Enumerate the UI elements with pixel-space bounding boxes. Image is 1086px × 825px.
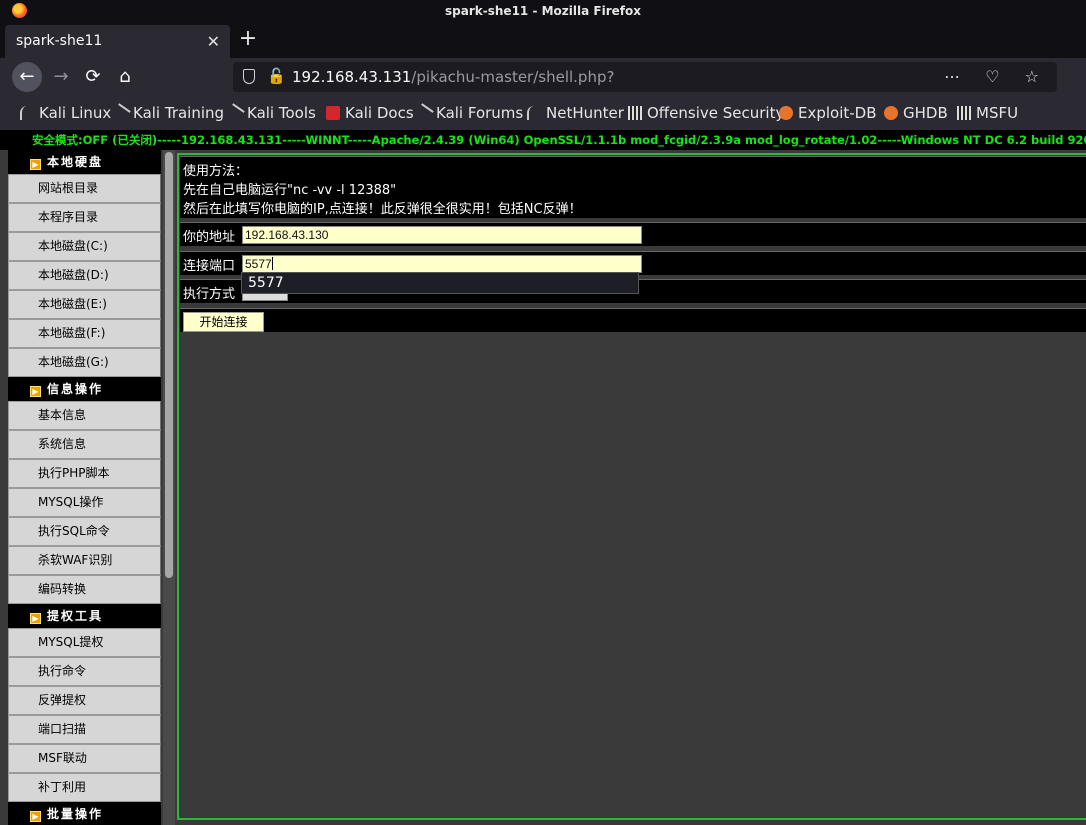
sidebar-item-program-dir[interactable]: 本程序目录 [8,203,161,232]
usage-instructions: 使用方法： 先在自己电脑运行"nc -vv -l 12388" 然后在此填写你电… [180,156,1086,218]
sidebar-group-info: ▶ 信息操作 [8,377,161,401]
nethunter-icon [527,106,541,120]
sidebar-item-port-scan[interactable]: 端口扫描 [8,715,161,744]
port-input[interactable]: 5577 [242,255,642,273]
tracking-shield-icon[interactable] [243,69,255,84]
sidebar-item-web-root[interactable]: 网站根目录 [8,174,161,203]
text-caret [271,257,273,270]
sidebar-item-system-info[interactable]: 系统信息 [8,430,161,459]
usage-line-2: 然后在此填写你电脑的IP,点连接！此反弹很全很实用！包括NC反弹！ [183,202,582,217]
port-value: 5577 [245,257,272,271]
start-connect-button[interactable]: 开始连接 [183,312,264,332]
address-input[interactable]: 192.168.43.130 [242,226,642,244]
home-button[interactable]: ⌂ [110,62,140,92]
kali-dragon-icon [111,103,131,123]
page-content: ▶ 本地硬盘 网站根目录 本程序目录 本地磁盘(C:) 本地磁盘(D:) 本地磁盘… [0,150,1086,825]
window-title: spark-she11 - Mozilla Firefox [445,4,641,18]
address-label: 你的地址 [183,230,236,245]
window-titlebar: spark-she11 - Mozilla Firefox [0,0,1086,22]
new-tab-button[interactable]: + [238,26,258,52]
url-host: 192.168.43.131 [292,68,412,86]
tab-active[interactable]: spark-she11 ✕ [5,25,230,58]
url-text[interactable]: 192.168.43.131/pikachu-master/shell.php? [292,62,614,92]
bookmark-exploit-db[interactable]: Exploit-DB [779,96,877,130]
tab-strip: spark-she11 ✕ [0,22,1086,58]
play-bullet-icon: ▶ [30,386,41,397]
sidebar-group-local-disk: ▶ 本地硬盘 [8,150,161,174]
sidebar-menu: ▶ 本地硬盘 网站根目录 本程序目录 本地磁盘(C:) 本地磁盘(D:) 本地磁盘… [8,150,161,825]
sidebar-item-mysql-privesc[interactable]: MYSQL提权 [8,628,161,657]
exploitdb-icon [884,106,898,120]
sidebar-item-exec-command[interactable]: 执行命令 [8,657,161,686]
sidebar-item-php-script[interactable]: 执行PHP脚本 [8,459,161,488]
bookmark-kali-forums[interactable]: Kali Forums [414,96,523,130]
kali-dragon-icon [414,103,434,123]
bookmark-ghdb[interactable]: GHDB [884,96,948,130]
sidebar-item-disk-e[interactable]: 本地磁盘(E:) [8,290,161,319]
reverse-shell-panel: 使用方法： 先在自己电脑运行"nc -vv -l 12388" 然后在此填写你电… [177,153,1086,820]
kali-dragon-icon [20,106,34,120]
sidebar-group-privesc: ▶ 提权工具 [8,604,161,628]
url-bar[interactable]: 🔓 192.168.43.131/pikachu-master/shell.ph… [233,62,1057,92]
url-path: /pikachu-master/shell.php? [411,68,615,86]
sidebar-scrollbar[interactable] [163,150,175,825]
sidebar-item-msf[interactable]: MSF联动 [8,744,161,773]
back-button[interactable]: ← [12,62,42,92]
reload-button[interactable]: ⟳ [78,62,108,92]
offsec-icon [957,106,971,120]
port-label: 连接端口 [183,259,236,274]
exploitdb-icon [779,106,793,120]
forward-button[interactable]: → [46,62,76,92]
bookmark-nethunter[interactable]: NetHunter [527,96,624,130]
kali-docs-icon [326,106,340,120]
bookmark-msfu[interactable]: MSFU [957,96,1018,130]
connect-row: 开始连接 [180,308,1086,332]
bookmarks-toolbar: Kali Linux Kali Training Kali Tools Kali… [0,96,1086,130]
sidebar-item-basic-info[interactable]: 基本信息 [8,401,161,430]
sidebar-item-disk-g[interactable]: 本地磁盘(G:) [8,348,161,377]
usage-title: 使用方法： [183,164,249,179]
nav-bar: ← → ⟳ ⌂ 🔓 192.168.43.131/pikachu-master/… [0,58,1086,96]
firefox-logo-icon [12,3,27,18]
browser-window: spark-she11 - Mozilla Firefox spark-she1… [0,0,1086,825]
bookmark-offensive-security[interactable]: Offensive Security [628,96,784,130]
tab-title: spark-she11 [16,33,103,49]
sidebar-item-disk-c[interactable]: 本地磁盘(C:) [8,232,161,261]
page-actions-icons[interactable]: ⋯ ♡ ☆ [944,62,1049,92]
sidebar-item-waf-detect[interactable]: 杀软WAF识别 [8,546,161,575]
address-row: 你的地址 192.168.43.130 [180,222,1086,246]
sidebar-item-sql-command[interactable]: 执行SQL命令 [8,517,161,546]
server-info-bar: 安全模式:OFF (已关闭)-----192.168.43.131-----WI… [0,130,1086,150]
sidebar-item-encoding[interactable]: 编码转换 [8,575,161,604]
bookmark-kali-tools[interactable]: Kali Tools [225,96,316,130]
sidebar-item-reverse-shell[interactable]: 反弹提权 [8,686,161,715]
close-tab-icon[interactable]: ✕ [207,25,220,58]
kali-dragon-icon [225,103,245,123]
offsec-icon [628,106,642,120]
insecure-lock-icon[interactable]: 🔓 [267,67,286,85]
sidebar-item-disk-f[interactable]: 本地磁盘(F:) [8,319,161,348]
bookmark-kali-docs[interactable]: Kali Docs [326,96,414,130]
play-bullet-icon: ▶ [30,811,41,822]
usage-line-1: 先在自己电脑运行"nc -vv -l 12388" [183,183,397,198]
autocomplete-suggestion[interactable]: 5577 [241,272,639,294]
sidebar-item-disk-d[interactable]: 本地磁盘(D:) [8,261,161,290]
exec-mode-label: 执行方式 [183,287,236,302]
sidebar-group-batch: ▶ 批量操作 [8,802,161,825]
play-bullet-icon: ▶ [30,159,41,170]
bookmark-kali-training[interactable]: Kali Training [111,96,224,130]
sidebar-item-patch-exploit[interactable]: 补丁利用 [8,773,161,802]
bookmark-kali-linux[interactable]: Kali Linux [20,96,111,130]
play-bullet-icon: ▶ [30,613,41,624]
sidebar-scroll-thumb[interactable] [165,152,173,578]
sidebar-item-mysql-ops[interactable]: MYSQL操作 [8,488,161,517]
